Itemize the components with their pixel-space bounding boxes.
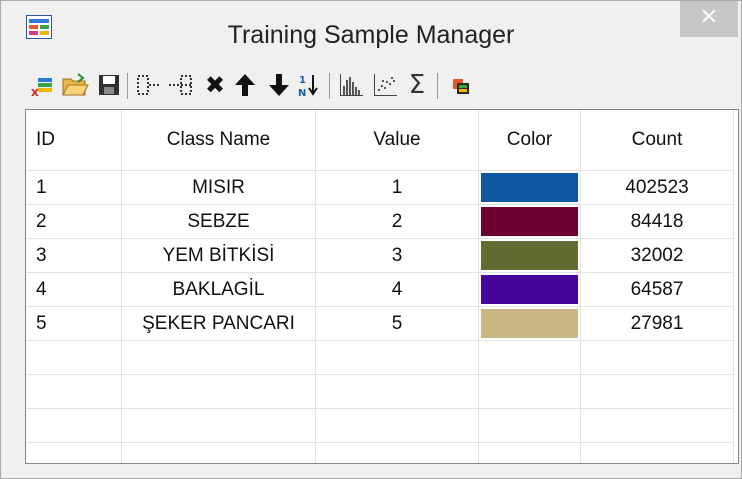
color-swatch[interactable] <box>481 309 578 338</box>
move-down-icon[interactable] <box>265 71 293 99</box>
training-sample-manager-window: Training Sample Manager ✕ x ✖ 1 N Σ ID C… <box>0 0 742 479</box>
cell-class-name[interactable]: MISIR <box>121 170 316 205</box>
close-button[interactable]: ✕ <box>680 1 738 37</box>
table-row[interactable]: 4 BAKLAGİL 4 64587 <box>26 272 734 307</box>
color-swatch[interactable] <box>481 241 578 270</box>
cell-value[interactable]: 1 <box>315 170 479 205</box>
empty-row <box>26 408 734 443</box>
cell-id: 2 <box>26 204 122 239</box>
empty-row <box>26 442 734 463</box>
cell-color[interactable] <box>478 272 581 307</box>
column-header-color[interactable]: Color <box>478 110 581 171</box>
table-row[interactable]: 1 MISIR 1 402523 <box>26 170 734 205</box>
title-bar[interactable]: Training Sample Manager ✕ <box>1 1 741 59</box>
cell-count: 27981 <box>580 306 734 341</box>
table-row[interactable]: 2 SEBZE 2 84418 <box>26 204 734 239</box>
cell-id: 4 <box>26 272 122 307</box>
cell-value[interactable]: 5 <box>315 306 479 341</box>
toolbar-separator <box>127 73 128 99</box>
toolbar-separator <box>437 73 438 99</box>
empty-row <box>26 340 734 375</box>
cell-color[interactable] <box>478 170 581 205</box>
sort-icon[interactable]: 1 N <box>295 71 323 99</box>
svg-text:1: 1 <box>299 75 306 86</box>
cell-id: 1 <box>26 170 122 205</box>
svg-text:N: N <box>298 88 306 98</box>
cell-class-name[interactable]: YEM BİTKİSİ <box>121 238 316 273</box>
cell-count: 32002 <box>580 238 734 273</box>
svg-text:x: x <box>31 85 39 98</box>
export-layers-icon[interactable] <box>447 71 475 99</box>
merge-classes-icon[interactable] <box>135 71 163 99</box>
cell-class-name[interactable]: SEBZE <box>121 204 316 239</box>
save-icon[interactable] <box>95 71 123 99</box>
window-title: Training Sample Manager <box>227 21 515 49</box>
cell-id: 5 <box>26 306 122 341</box>
move-up-icon[interactable] <box>231 71 259 99</box>
cell-value[interactable]: 4 <box>315 272 479 307</box>
cell-count: 402523 <box>580 170 734 205</box>
histogram-icon[interactable] <box>337 71 365 99</box>
class-table: ID Class Name Value Color Count 1 MISIR … <box>25 109 739 464</box>
column-header-count[interactable]: Count <box>580 110 734 171</box>
cell-count: 84418 <box>580 204 734 239</box>
cell-class-name[interactable]: ŞEKER PANCARI <box>121 306 316 341</box>
new-class-icon[interactable]: x <box>29 71 57 99</box>
column-header-class-name[interactable]: Class Name <box>121 110 316 171</box>
cell-class-name[interactable]: BAKLAGİL <box>121 272 316 307</box>
scatterplot-icon[interactable] <box>371 71 399 99</box>
table-row[interactable]: 5 ŞEKER PANCARI 5 27981 <box>26 306 734 341</box>
toolbar: x ✖ 1 N Σ <box>25 67 725 105</box>
split-class-icon[interactable] <box>167 71 195 99</box>
cell-value[interactable]: 2 <box>315 204 479 239</box>
column-header-id[interactable]: ID <box>26 110 122 171</box>
delete-class-icon[interactable]: ✖ <box>201 71 229 99</box>
table-row[interactable]: 3 YEM BİTKİSİ 3 32002 <box>26 238 734 273</box>
statistics-sigma-icon[interactable]: Σ <box>403 70 431 100</box>
empty-row <box>26 374 734 409</box>
cell-id: 3 <box>26 238 122 273</box>
color-swatch[interactable] <box>481 275 578 304</box>
color-swatch[interactable] <box>481 207 578 236</box>
toolbar-separator <box>329 73 330 99</box>
cell-color[interactable] <box>478 306 581 341</box>
cell-color[interactable] <box>478 204 581 239</box>
color-swatch[interactable] <box>481 173 578 202</box>
cell-value[interactable]: 3 <box>315 238 479 273</box>
cell-count: 64587 <box>580 272 734 307</box>
column-header-value[interactable]: Value <box>315 110 479 171</box>
open-folder-icon[interactable] <box>61 71 89 99</box>
table-header-row: ID Class Name Value Color Count <box>26 110 734 171</box>
cell-color[interactable] <box>478 238 581 273</box>
